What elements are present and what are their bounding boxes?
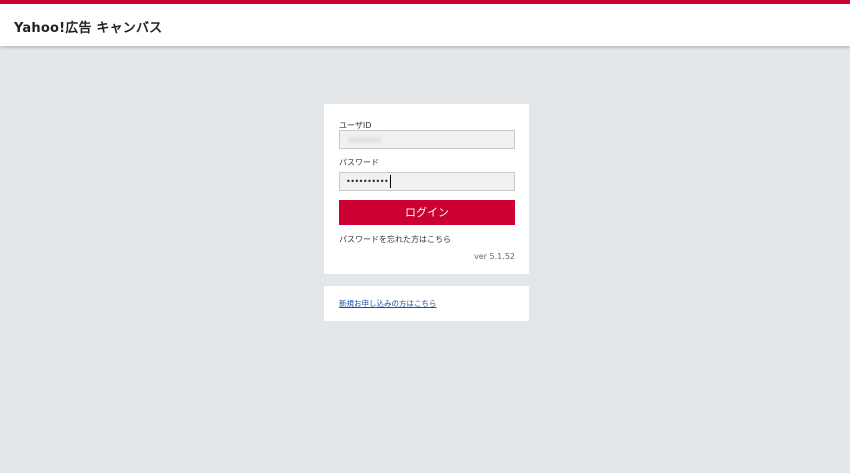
login-panel: ユーザID xxxxxxx パスワード •••••••••• ログイン パスワー… (324, 104, 529, 274)
login-button[interactable]: ログイン (339, 200, 515, 225)
text-caret (390, 175, 391, 188)
user-id-value: xxxxxxx (348, 135, 382, 144)
forgot-password-link[interactable]: パスワードを忘れた方はこちら (339, 234, 451, 245)
version-label: ver 5.1.52 (474, 252, 515, 261)
user-id-input[interactable]: xxxxxxx (339, 130, 515, 149)
password-label: パスワード (339, 158, 379, 167)
signup-panel: 新規お申し込みの方はこちら (324, 286, 529, 321)
password-value: •••••••••• (346, 177, 389, 186)
app-title: Yahoo!広告 キャンバス (14, 21, 163, 36)
signup-link[interactable]: 新規お申し込みの方はこちら (339, 298, 437, 309)
password-input[interactable]: •••••••••• (339, 172, 515, 191)
app-header: Yahoo!広告 キャンバス (0, 4, 850, 46)
